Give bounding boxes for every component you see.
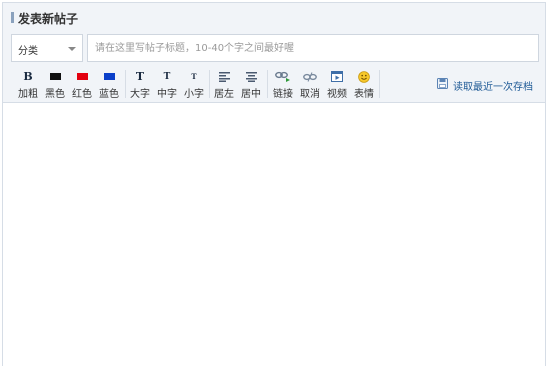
small-text-label: 小字 <box>184 89 204 100</box>
large-text-icon: T <box>135 70 145 83</box>
insert-emoji-button[interactable]: 表情 <box>351 67 377 100</box>
load-draft-button[interactable]: 读取最近一次存档 <box>437 77 533 93</box>
chevron-down-icon <box>68 47 76 51</box>
category-selected-value: 分类 <box>18 46 38 57</box>
toolbar-divider <box>379 70 380 98</box>
editor-header: 发表新帖子 分类 B 加粗 黑色 红色 蓝色 <box>3 3 545 103</box>
align-center-icon <box>238 70 264 83</box>
blue-color-button[interactable]: 蓝色 <box>96 67 122 100</box>
align-left-icon <box>211 70 237 83</box>
post-title-input[interactable] <box>87 34 539 62</box>
align-center-label: 居中 <box>241 89 261 100</box>
category-select[interactable]: 分类 <box>11 34 83 62</box>
bold-icon: B <box>23 70 33 83</box>
small-text-button[interactable]: T 小字 <box>181 67 207 100</box>
red-swatch-icon <box>69 70 95 83</box>
align-center-button[interactable]: 居中 <box>238 67 264 100</box>
medium-text-icon: T <box>163 71 171 82</box>
link-icon <box>270 70 296 83</box>
emoji-label: 表情 <box>354 89 374 100</box>
black-swatch-icon <box>42 70 68 83</box>
post-content-editor[interactable] <box>3 104 545 366</box>
title-marker <box>11 12 14 23</box>
blue-swatch-icon <box>96 70 122 83</box>
unlink-icon <box>297 70 323 83</box>
video-icon <box>324 70 350 83</box>
save-disk-icon <box>437 78 448 92</box>
load-draft-label: 读取最近一次存档 <box>453 81 533 93</box>
smiley-icon <box>351 70 377 83</box>
blue-label: 蓝色 <box>99 89 119 100</box>
page-title: 发表新帖子 <box>18 12 79 26</box>
post-editor-panel: 发表新帖子 分类 B 加粗 黑色 红色 蓝色 <box>2 2 546 366</box>
small-text-icon: T <box>191 72 197 81</box>
